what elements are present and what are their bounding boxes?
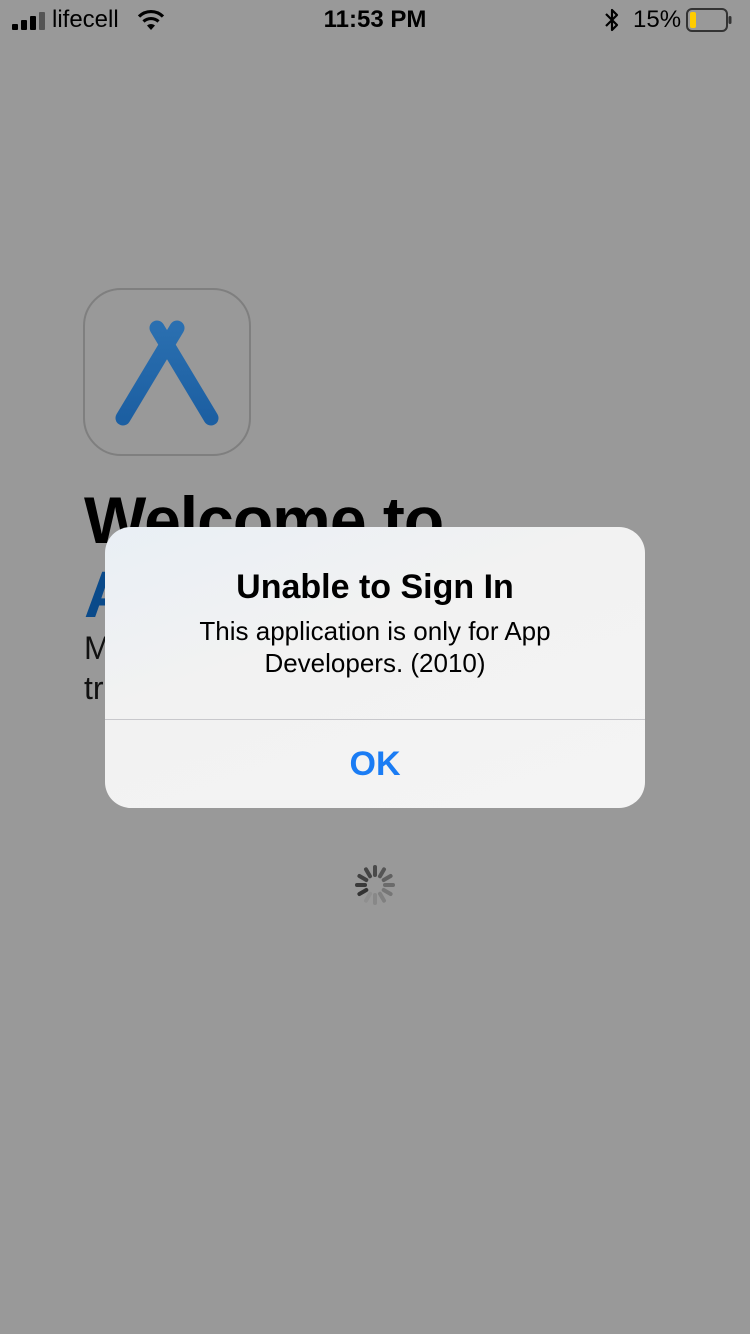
ok-button[interactable]: OK <box>105 720 645 808</box>
description-text-line2: tr <box>84 670 104 706</box>
bluetooth-icon <box>605 8 619 32</box>
battery-percent: 15% <box>633 6 682 33</box>
sign-in-error-alert: Unable to Sign In This application is on… <box>105 527 645 808</box>
status-bar: lifecell 11:53 PM 15% <box>0 0 750 40</box>
app-store-connect-icon <box>83 288 251 456</box>
battery-icon <box>686 8 732 32</box>
alert-message: This application is only for App Develop… <box>199 616 551 678</box>
alert-title: Unable to Sign In <box>236 568 514 606</box>
activity-spinner-icon <box>355 865 395 905</box>
